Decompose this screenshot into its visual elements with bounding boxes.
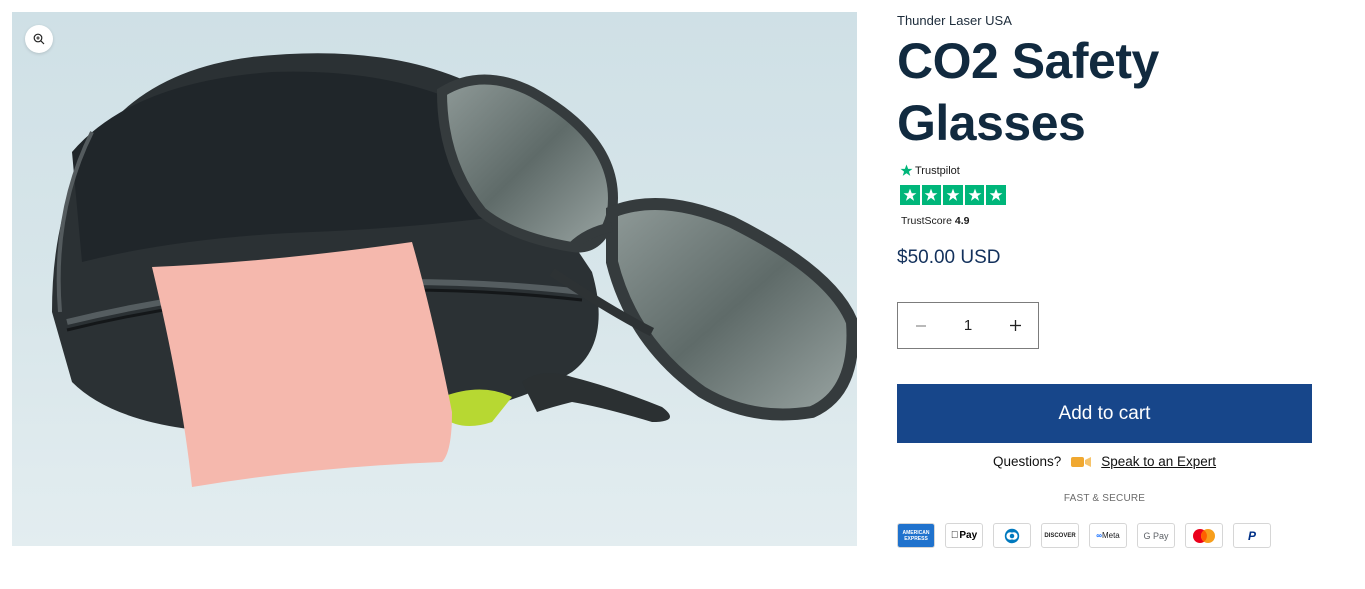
trustpilot-widget[interactable]: Trustpilot [900,164,960,177]
discover-icon: DISCOVER [1041,523,1079,548]
quantity-stepper [897,302,1039,349]
plus-icon [1009,320,1021,331]
product-price: $50.00 USD [897,247,1001,268]
questions-row: Questions? Speak to an Expert [897,454,1312,469]
star-icon [964,185,985,205]
amex-icon: AMERICAN EXPRESS [897,523,935,548]
product-title: CO2 Safety Glasses [897,33,1159,151]
paypal-icon: P [1233,523,1271,548]
star-icon [943,185,963,205]
payment-methods: AMERICAN EXPRESS Pay DISCOVER ∞Meta G P… [897,523,1271,548]
product-image [52,53,857,487]
star-icon [900,185,920,205]
trustscore-value: 4.9 [954,215,970,227]
trustpilot-star-icon [900,164,913,176]
trustscore-label: TrustScore [901,215,952,227]
quantity-decrease-button[interactable] [898,303,944,348]
fast-secure-label: FAST & SECURE [1063,493,1146,504]
speak-to-expert-link[interactable]: Speak to an Expert [1101,454,1216,469]
product-vendor[interactable]: Thunder Laser USA [897,13,1012,28]
quantity-increase-button[interactable] [992,303,1038,348]
product-media[interactable] [12,12,857,546]
mastercard-icon [1185,523,1223,548]
star-icon [921,185,942,205]
zoom-button[interactable] [25,25,53,53]
star-icon [986,185,1006,205]
zoom-in-icon [33,33,45,45]
minus-icon [916,324,926,327]
trustpilot-brand: Trustpilot [915,164,960,177]
google-pay-icon: G Pay [1137,523,1175,548]
trustscore: TrustScore 4.9 [901,215,970,227]
add-to-cart-button[interactable]: Add to cart [897,384,1312,443]
quantity-input[interactable] [944,317,992,334]
diners-club-icon [993,523,1031,548]
video-camera-icon [1071,456,1092,467]
meta-pay-icon: ∞ Meta [1089,523,1127,548]
trustpilot-stars [900,185,1006,205]
apple-pay-icon: Pay [945,523,983,548]
questions-label: Questions? [992,454,1062,469]
